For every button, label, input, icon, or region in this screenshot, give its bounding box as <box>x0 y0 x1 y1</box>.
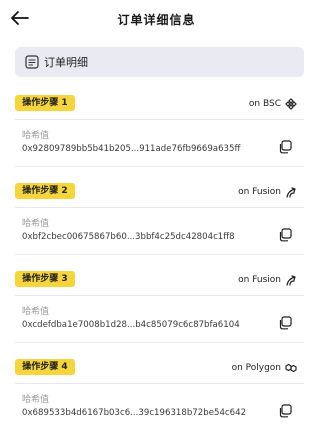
network-label: on Fusion <box>238 184 297 200</box>
document-icon <box>25 55 39 69</box>
copy-icon[interactable] <box>278 228 292 242</box>
page-title: 订单详细信息 <box>117 13 196 27</box>
hash-value: 0xbf2cbec00675867b60...3bbf4c25dc42804c1… <box>22 232 235 242</box>
step-badge: 操作步骤 3 <box>15 271 75 287</box>
divider <box>15 342 304 343</box>
hash-label: 哈希值 <box>22 395 50 405</box>
step-badge: 操作步骤 1 <box>15 95 75 111</box>
bsc-icon <box>285 98 297 110</box>
network-name: on Fusion <box>238 187 281 197</box>
hash-value: 0xcdefdba1e7008b1d28...b4c85079c6c87bfa6… <box>22 320 240 330</box>
copy-icon[interactable] <box>278 404 292 418</box>
network-name: on Polygon <box>231 363 281 373</box>
hash-value: 0x92809789bb5b41b205...911ade76fb9669a63… <box>22 144 241 154</box>
network-label: on Polygon <box>232 360 297 376</box>
hash-label: 哈希值 <box>22 219 50 229</box>
hash-label: 哈希值 <box>22 131 50 141</box>
step-card: 操作步骤 1 on BSC 哈希值 0x92809789bb5b41b205..… <box>0 95 313 181</box>
divider <box>15 119 304 120</box>
network-name: on Fusion <box>238 275 281 285</box>
divider <box>15 166 304 167</box>
network-name: on BSC <box>248 99 281 109</box>
hash-label: 哈希值 <box>22 307 50 317</box>
polygon-icon <box>285 363 297 373</box>
header: 订单详细信息 <box>0 0 313 38</box>
divider <box>15 254 304 255</box>
network-label: on BSC <box>249 96 297 112</box>
step-badge: 操作步骤 4 <box>15 359 75 375</box>
hash-value: 0x689533b4d6167b03c6...39c196318b72be54c… <box>22 408 247 418</box>
fusion-icon <box>286 275 296 286</box>
fusion-icon <box>286 187 296 198</box>
divider <box>15 207 304 208</box>
copy-icon[interactable] <box>278 140 292 154</box>
step-card: 操作步骤 4 on Polygon 哈希值 0x689533b4d6167b03… <box>0 359 313 445</box>
network-label: on Fusion <box>238 272 297 288</box>
step-badge: 操作步骤 2 <box>15 183 75 199</box>
divider <box>15 295 304 296</box>
section-label: 订单明细 <box>44 56 88 69</box>
copy-icon[interactable] <box>278 316 292 330</box>
step-card: 操作步骤 3 on Fusion 哈希值 0xcdefdba1e7008b1d2… <box>0 271 313 357</box>
divider <box>15 383 304 384</box>
order-details-section: 订单明细 <box>15 47 304 77</box>
step-card: 操作步骤 2 on Fusion 哈希值 0xbf2cbec00675867b6… <box>0 183 313 269</box>
